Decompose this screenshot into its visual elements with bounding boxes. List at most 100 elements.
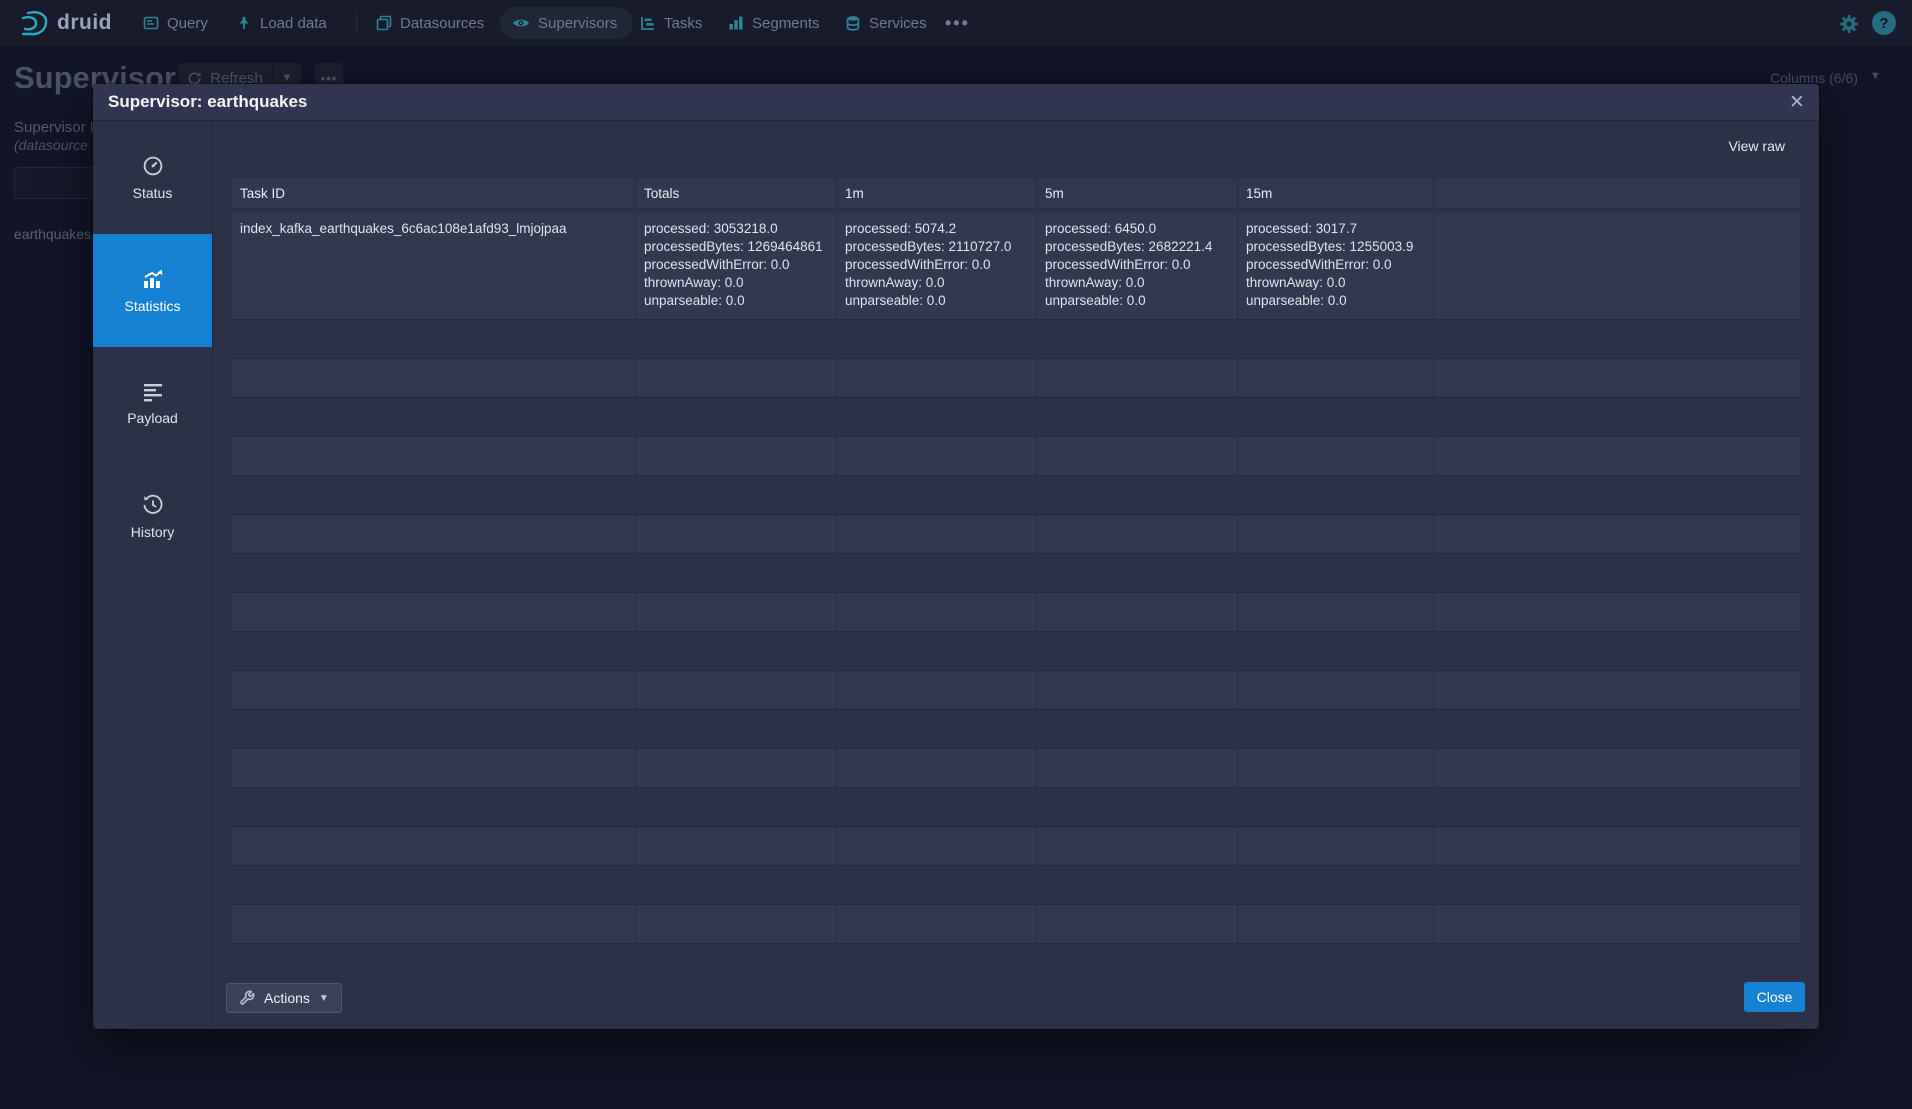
empty-cell [1037, 866, 1238, 905]
nav-item-datasources[interactable]: Datasources [376, 0, 484, 46]
empty-cell [232, 515, 636, 554]
cell-1m: processed: 5074.2 processedBytes: 211072… [837, 213, 1037, 320]
empty-cell [1037, 671, 1238, 710]
empty-cell [636, 671, 837, 710]
empty-cell [1037, 593, 1238, 632]
empty-cell [636, 710, 837, 749]
settings-gear-icon[interactable] [1838, 13, 1860, 35]
empty-cell [232, 827, 636, 866]
empty-cell [1434, 398, 1800, 437]
empty-cell [1434, 671, 1800, 710]
table-empty-row [232, 359, 1800, 398]
supervisor-dialog: Supervisor: earthquakes ✕ Status [93, 84, 1819, 1029]
empty-cell [1238, 866, 1434, 905]
tasks-icon [640, 15, 656, 31]
empty-cell [837, 515, 1037, 554]
empty-cell [837, 827, 1037, 866]
columns-caret-icon: ▼ [1870, 70, 1881, 86]
nav-item-label: Load data [260, 15, 327, 32]
empty-cell [1434, 749, 1800, 788]
empty-cell [636, 320, 837, 359]
druid-logo[interactable]: druid [20, 8, 112, 38]
empty-cell [1238, 398, 1434, 437]
nav-more-button[interactable]: ••• [945, 0, 970, 46]
nav-item-services[interactable]: Services [845, 0, 927, 46]
tab-label: History [131, 524, 175, 540]
nav-item-query[interactable]: Query [143, 0, 208, 46]
empty-cell [1037, 515, 1238, 554]
column-header-15m[interactable]: 15m [1238, 178, 1434, 208]
help-icon[interactable]: ? [1872, 11, 1896, 35]
empty-cell [837, 866, 1037, 905]
empty-cell [1037, 554, 1238, 593]
actions-button[interactable]: Actions ▼ [226, 983, 342, 1013]
nav-item-segments[interactable]: Segments [728, 0, 820, 46]
dialog-title: Supervisor: earthquakes [108, 92, 307, 112]
top-nav-bar: druid Query Load data Datasources Superv… [0, 0, 1912, 46]
empty-cell [837, 788, 1037, 827]
empty-cell [636, 476, 837, 515]
empty-cell [232, 476, 636, 515]
table-empty-row [232, 905, 1800, 944]
nav-item-label: Query [167, 15, 208, 32]
column-header-task-id[interactable]: Task ID [232, 178, 636, 208]
table-empty-row [232, 788, 1800, 827]
empty-cell [1238, 905, 1434, 944]
dialog-close-icon[interactable]: ✕ [1775, 84, 1819, 121]
empty-cell [1238, 671, 1434, 710]
statistics-chart-icon [141, 268, 165, 290]
empty-cell [1434, 476, 1800, 515]
nav-item-tasks[interactable]: Tasks [640, 0, 702, 46]
tab-label: Payload [127, 410, 178, 426]
nav-item-supervisors[interactable]: Supervisors [500, 7, 633, 39]
empty-cell [1434, 866, 1800, 905]
background-row-earthquakes[interactable]: earthquakes [14, 226, 91, 242]
empty-cell [837, 320, 1037, 359]
table-empty-row [232, 710, 1800, 749]
empty-cell [232, 437, 636, 476]
empty-cell [1037, 632, 1238, 671]
empty-cell [837, 632, 1037, 671]
tab-statistics[interactable]: Statistics [93, 234, 212, 347]
dialog-content: View raw Task ID Totals 1m 5m 15m index_… [213, 121, 1819, 1028]
empty-cell [1434, 554, 1800, 593]
column-header-1m[interactable]: 1m [837, 178, 1037, 208]
empty-cell [837, 749, 1037, 788]
tab-label: Status [133, 185, 173, 201]
view-raw-link[interactable]: View raw [1728, 138, 1785, 154]
table-empty-row [232, 320, 1800, 359]
empty-cell [636, 632, 837, 671]
empty-cell [636, 749, 837, 788]
table-empty-row [232, 749, 1800, 788]
table-empty-row [232, 476, 1800, 515]
nav-item-load-data[interactable]: Load data [236, 0, 327, 46]
cell-empty [1434, 213, 1800, 320]
tab-history[interactable]: History [93, 460, 212, 573]
empty-cell [1037, 476, 1238, 515]
statistics-table: Task ID Totals 1m 5m 15m index_kafka_ear… [232, 178, 1800, 944]
table-body: index_kafka_earthquakes_6c6ac108e1afd93_… [232, 213, 1800, 944]
history-clock-icon [142, 494, 164, 516]
empty-cell [232, 866, 636, 905]
tab-status[interactable]: Status [93, 121, 212, 234]
column-header-totals[interactable]: Totals [636, 178, 837, 208]
table-row[interactable]: index_kafka_earthquakes_6c6ac108e1afd93_… [232, 213, 1800, 320]
table-header-row: Task ID Totals 1m 5m 15m [232, 178, 1800, 208]
services-icon [845, 15, 861, 31]
nav-divider [356, 13, 357, 33]
empty-cell [1037, 359, 1238, 398]
empty-cell [1238, 476, 1434, 515]
empty-cell [1238, 827, 1434, 866]
close-button[interactable]: Close [1744, 982, 1805, 1012]
empty-cell [837, 554, 1037, 593]
empty-cell [636, 554, 837, 593]
empty-cell [1238, 632, 1434, 671]
column-header-supervisor-id: Supervisor I [14, 119, 94, 136]
empty-cell [1238, 437, 1434, 476]
column-header-5m[interactable]: 5m [1037, 178, 1238, 208]
tab-payload[interactable]: Payload [93, 347, 212, 460]
empty-cell [232, 320, 636, 359]
empty-cell [232, 632, 636, 671]
cell-15m: processed: 3017.7 processedBytes: 125500… [1238, 213, 1434, 320]
empty-cell [1434, 632, 1800, 671]
